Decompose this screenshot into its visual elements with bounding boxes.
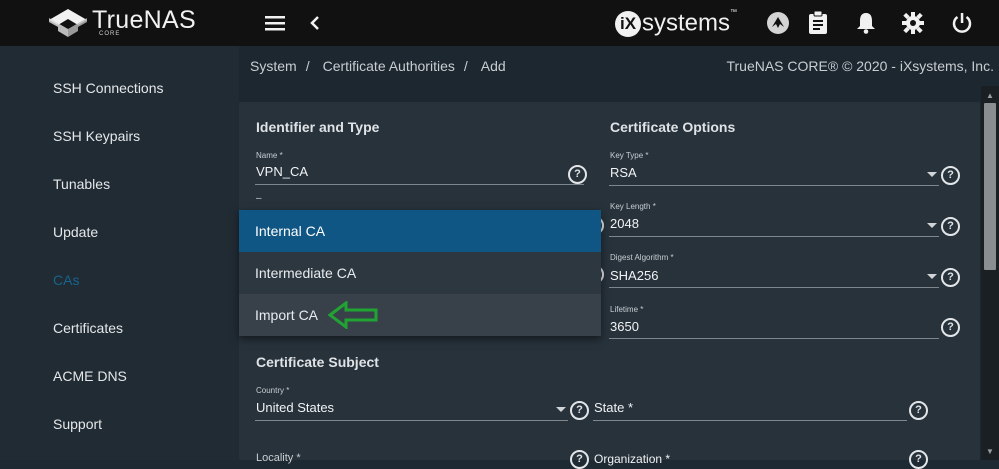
sidebar-item-certificates[interactable]: Certificates (53, 320, 123, 336)
menu-icon[interactable] (262, 10, 288, 36)
certificate-subject-title: Certificate Subject (256, 354, 379, 370)
country-select[interactable]: United States (256, 400, 334, 415)
key-length-underline (609, 236, 939, 237)
sidebar-item-update[interactable]: Update (53, 224, 98, 240)
sidebar-item-ssh-connections[interactable]: SSH Connections (53, 80, 164, 96)
copyright-text: TrueNAS CORE® © 2020 - iXsystems, Inc. (726, 58, 994, 74)
option-label: Import CA (255, 307, 319, 323)
truenas-logo-icon (49, 9, 87, 37)
ixsystems-logo: iX systems™ (615, 9, 737, 38)
sidebar-item-cas[interactable]: CAs (53, 272, 79, 288)
truecommand-icon[interactable] (765, 10, 791, 36)
sidebar-item-acme-dns[interactable]: ACME DNS (53, 368, 127, 384)
option-label: Internal CA (255, 223, 326, 239)
type-dropdown-menu: Internal CA Intermediate CA Import CA (239, 210, 601, 336)
logo-subtext: CORE (99, 31, 121, 37)
chevron-down-icon[interactable] (927, 274, 937, 279)
help-icon[interactable]: ? (941, 318, 960, 337)
ix-systems-text: systems (642, 9, 731, 37)
country-underline (255, 420, 568, 421)
breadcrumb-separator: / (305, 58, 310, 74)
ix-trademark: ™ (730, 9, 738, 16)
breadcrumb-system[interactable]: System (250, 58, 297, 74)
sidebar: SSH Connections SSH Keypairs Tunables Up… (0, 46, 239, 460)
gear-icon[interactable] (900, 10, 926, 36)
chevron-down-icon[interactable] (927, 223, 937, 228)
lifetime-input[interactable]: 3650 (610, 319, 639, 334)
type-label: – (256, 193, 262, 204)
organization-label: Organization * (594, 452, 671, 466)
key-type-underline (609, 185, 939, 186)
sidebar-item-support[interactable]: Support (53, 416, 102, 432)
key-length-select[interactable]: 2048 (610, 216, 639, 231)
breadcrumb-separator: / (463, 58, 468, 74)
key-length-label: Key Length * (610, 202, 656, 211)
name-label: Name * (256, 151, 283, 160)
scroll-down-icon[interactable]: ▼ (984, 446, 996, 458)
ix-mark: iX (615, 10, 641, 37)
digest-underline (609, 287, 939, 288)
breadcrumb-add: Add (480, 58, 506, 74)
lifetime-label: Lifetime * (610, 305, 644, 314)
identifier-section-title: Identifier and Type (256, 119, 380, 135)
breadcrumb-certificate-authorities[interactable]: Certificate Authorities (323, 58, 455, 74)
key-type-label: Key Type * (610, 151, 649, 160)
option-internal-ca[interactable]: Internal CA (239, 210, 601, 252)
help-icon[interactable]: ? (570, 401, 589, 420)
lifetime-underline (609, 338, 939, 339)
clipboard-icon[interactable] (805, 10, 831, 36)
option-label: Intermediate CA (255, 265, 357, 281)
top-bar: TrueNAS CORE iX systems™ (0, 0, 999, 46)
breadcrumb: System / Certificate Authorities / Add (250, 58, 515, 74)
annotation-arrow-icon (328, 301, 378, 329)
digest-algorithm-select[interactable]: SHA256 (610, 268, 658, 283)
option-intermediate-ca[interactable]: Intermediate CA (239, 252, 601, 294)
locality-label: Locality * (256, 452, 301, 464)
help-icon[interactable]: ? (909, 401, 928, 420)
state-underline (593, 420, 907, 421)
key-type-select[interactable]: RSA (610, 165, 637, 180)
chevron-down-icon[interactable] (927, 172, 937, 177)
name-input[interactable]: VPN_CA (256, 164, 308, 179)
help-icon[interactable]: ? (941, 166, 960, 185)
chevron-down-icon[interactable] (556, 407, 566, 412)
digest-algorithm-label: Digest Algorithm * (610, 253, 674, 262)
help-icon[interactable]: ? (941, 268, 960, 287)
sidebar-item-tunables[interactable]: Tunables (53, 176, 110, 192)
scrollbar-thumb[interactable] (984, 103, 996, 270)
sidebar-item-ssh-keypairs[interactable]: SSH Keypairs (53, 128, 140, 144)
help-icon[interactable]: ? (568, 165, 587, 184)
certificate-options-title: Certificate Options (610, 119, 736, 135)
scroll-up-icon[interactable]: ▲ (984, 90, 996, 102)
name-underline (255, 184, 584, 185)
country-label: Country * (256, 386, 290, 395)
power-icon[interactable] (949, 10, 975, 36)
state-input[interactable]: State * (594, 400, 633, 415)
chevron-left-icon[interactable] (302, 10, 328, 36)
bell-icon[interactable] (853, 10, 879, 36)
option-import-ca[interactable]: Import CA (239, 294, 601, 336)
help-icon[interactable]: ? (941, 217, 960, 236)
